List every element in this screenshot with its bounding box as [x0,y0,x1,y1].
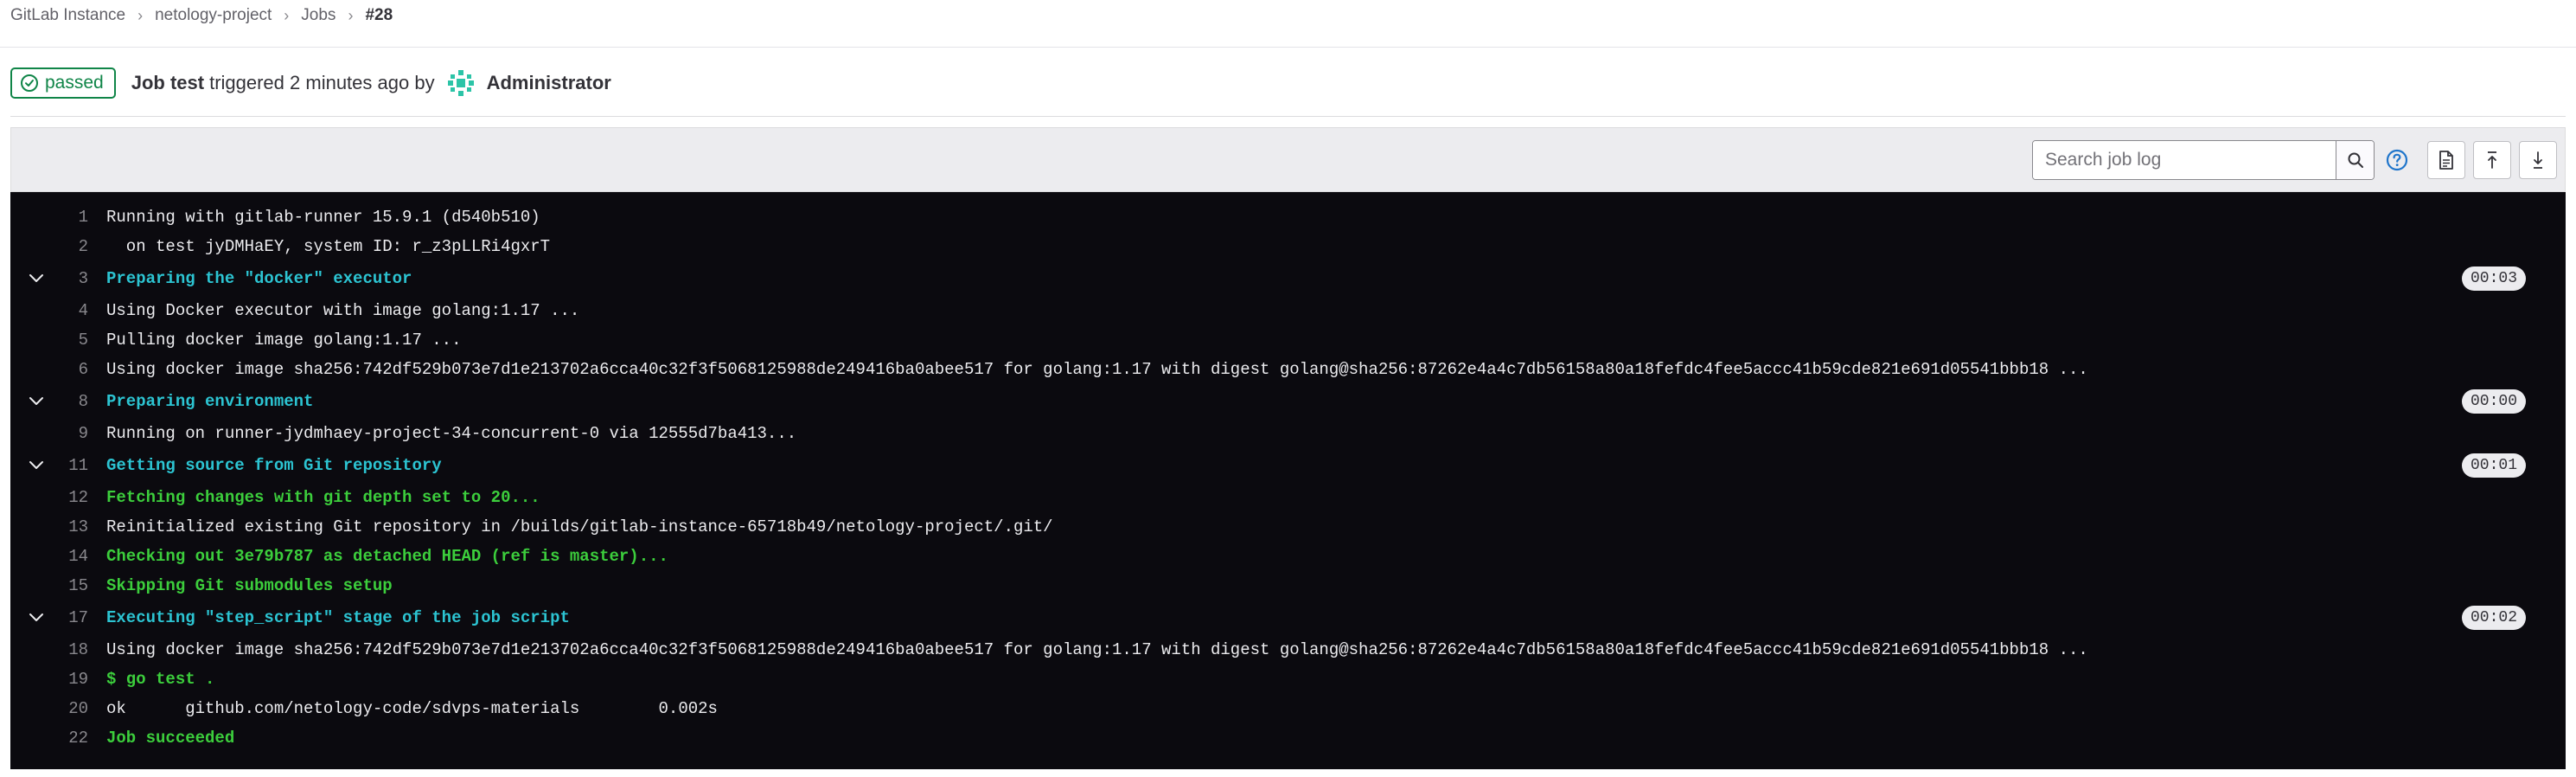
log-line: 6 Using docker image sha256:742df529b073e… [10,355,2566,384]
section-duration-badge: 00:03 [2461,266,2526,291]
log-line-number[interactable]: 18 [10,635,88,665]
log-line-text: Using Docker executor with image golang:… [106,301,580,320]
log-line-text: Job succeeded [106,729,235,748]
log-section-header[interactable]: 8 Preparing environment 00:00 [10,384,2566,419]
status-badge[interactable]: passed [10,67,116,99]
log-line-text: Running with gitlab-runner 15.9.1 (d540b… [106,208,540,227]
log-line-text: Checking out 3e79b787 as detached HEAD (… [106,547,668,566]
avatar[interactable] [447,69,475,97]
log-line-text: Using docker image sha256:742df529b073e7… [106,640,2088,659]
section-duration-badge: 00:00 [2461,389,2526,414]
log-line-number[interactable]: 6 [10,355,88,384]
chevron-right-icon: › [137,6,144,24]
status-label: passed [45,73,104,93]
chevron-right-icon: › [348,6,354,24]
log-section-header[interactable]: 17 Executing "step_script" stage of the j… [10,600,2566,635]
triggered-text: triggered 2 minutes ago by [209,72,435,93]
check-circle-icon [21,74,38,92]
log-line: 20 ok github.com/netology-code/sdvps-mate… [10,694,2566,723]
breadcrumb: GitLab Instance › netology-project › Job… [10,0,393,31]
log-line: 4 Using Docker executor with image golang… [10,296,2566,325]
log-line: 18 Using docker image sha256:742df529b073… [10,635,2566,665]
log-line-number[interactable]: 17 [10,600,88,635]
log-line-number[interactable]: 22 [10,723,88,753]
log-line-text: Reinitialized existing Git repository in… [106,517,1053,536]
user-link[interactable]: Administrator [487,72,611,94]
log-line-text: Preparing the "docker" executor [106,269,412,288]
log-line-text: Using docker image sha256:742df529b073e7… [106,360,2088,379]
log-section-header[interactable]: 3 Preparing the "docker" executor 00:03 [10,261,2566,296]
log-line-number[interactable]: 4 [10,296,88,325]
divider [0,47,2576,48]
search-icon [2348,152,2363,168]
log-line-text: Preparing environment [106,392,314,411]
section-duration-badge: 00:01 [2461,453,2526,478]
log-line-text: Skipping Git submodules setup [106,576,393,595]
log-line-text: Executing "step_script" stage of the job… [106,608,570,627]
log-line-text: $ go test . [106,670,215,689]
question-icon[interactable] [2386,149,2408,171]
log-line: 1 Running with gitlab-runner 15.9.1 (d540… [10,202,2566,232]
log-line-text: Fetching changes with git depth set to 2… [106,488,540,507]
log-line-text: on test jyDMHaEY, system ID: r_z3pLLRi4g… [106,237,551,256]
log-line: 2 on test jyDMHaEY, system ID: r_z3pLLRi… [10,232,2566,261]
job-summary: Job test triggered 2 minutes ago by Admi… [131,69,611,97]
search-box [2032,140,2375,180]
log-line-number[interactable]: 14 [10,542,88,571]
show-raw-button[interactable] [2427,141,2465,179]
breadcrumb-item-jobs[interactable]: Jobs [301,6,336,25]
log-line-number[interactable]: 2 [10,232,88,261]
log-line-number[interactable]: 3 [10,261,88,296]
log-line-number[interactable]: 8 [10,384,88,419]
search-button[interactable] [2336,141,2374,179]
log-line-number[interactable]: 15 [10,571,88,600]
job-header: passed Job test triggered 2 minutes ago … [10,66,611,100]
log-line-number[interactable]: 13 [10,512,88,542]
log-line-text: Getting source from Git repository [106,456,442,475]
scroll-down-icon [2534,151,2542,169]
job-label: Job test [131,72,205,93]
log-section-header[interactable]: 11 Getting source from Git repository 00:0… [10,448,2566,483]
log-line: 13 Reinitialized existing Git repository … [10,512,2566,542]
log-line-number[interactable]: 1 [10,202,88,232]
log-line-text: ok github.com/netology-code/sdvps-materi… [106,699,718,718]
log-line-number[interactable]: 11 [10,448,88,483]
log-line: 9 Running on runner-jydmhaey-project-34-c… [10,419,2566,448]
search-job-log-input[interactable] [2033,141,2336,179]
log-line: 14 Checking out 3e79b787 as detached HEAD… [10,542,2566,571]
log-line: 22 Job succeeded [10,723,2566,753]
log-line-number[interactable]: 12 [10,483,88,512]
job-log: 1 Running with gitlab-runner 15.9.1 (d540… [10,192,2566,769]
log-line: 12 Fetching changes with git depth set to… [10,483,2566,512]
log-line-number[interactable]: 5 [10,325,88,355]
breadcrumb-item-current[interactable]: #28 [365,6,393,25]
breadcrumb-item-instance[interactable]: GitLab Instance [10,6,125,25]
log-line: 5 Pulling docker image golang:1.17 ... [10,325,2566,355]
scroll-up-icon [2488,151,2496,169]
scroll-to-top-button[interactable] [2473,141,2511,179]
log-line-number[interactable]: 20 [10,694,88,723]
log-line-number[interactable]: 9 [10,419,88,448]
chevron-right-icon: › [284,6,290,24]
log-line: 19 $ go test . [10,665,2566,694]
doc-text-icon [2439,151,2453,170]
log-line-number[interactable]: 19 [10,665,88,694]
breadcrumb-item-project[interactable]: netology-project [155,6,272,25]
section-duration-badge: 00:02 [2461,606,2526,630]
divider [10,116,2566,117]
scroll-to-bottom-button[interactable] [2519,141,2557,179]
log-line-text: Pulling docker image golang:1.17 ... [106,331,462,350]
log-line-text: Running on runner-jydmhaey-project-34-co… [106,424,797,443]
log-line: 15 Skipping Git submodules setup [10,571,2566,600]
job-log-toolbar [10,127,2566,192]
